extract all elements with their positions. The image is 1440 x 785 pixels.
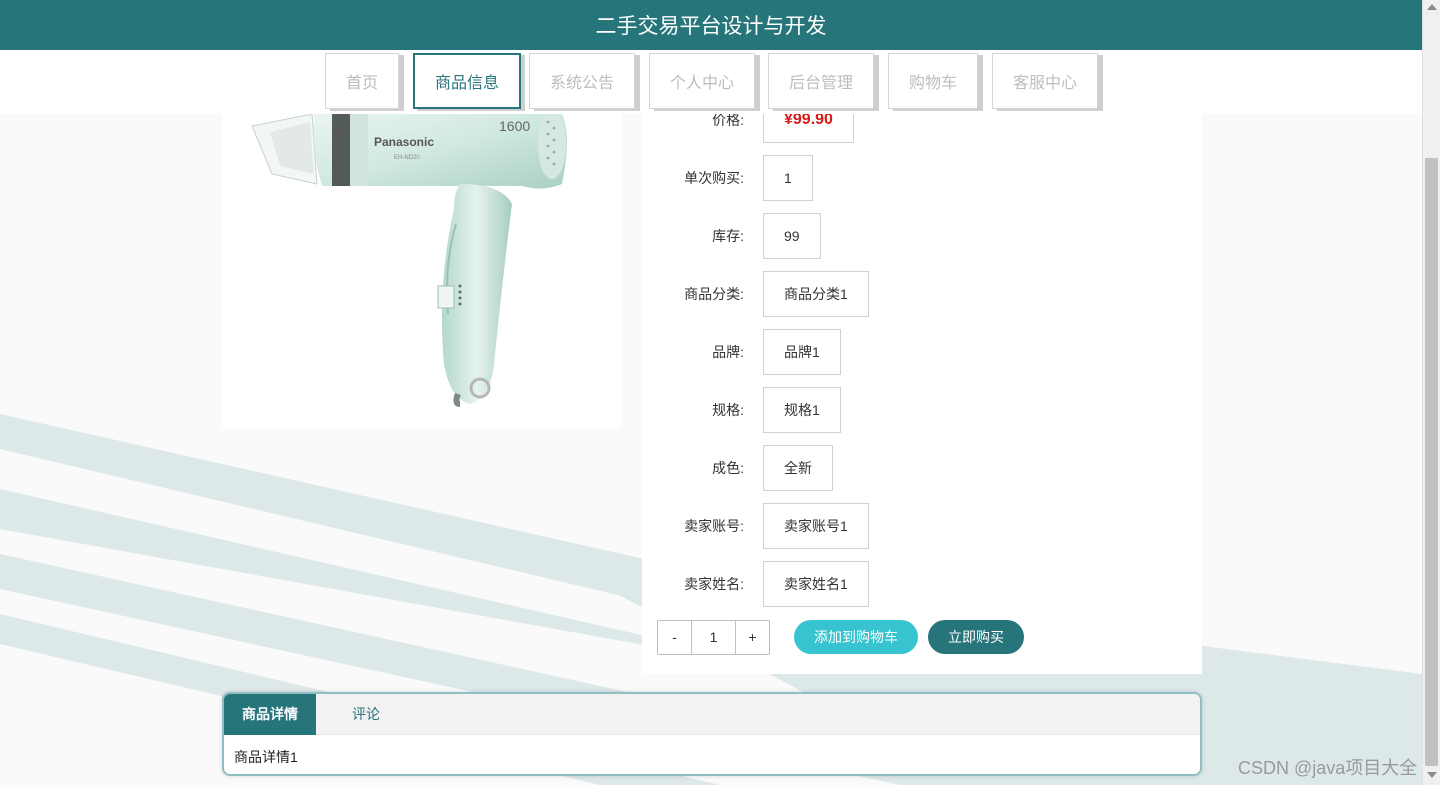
- nav-label: 客服中心: [1012, 75, 1077, 92]
- brand-row: 品牌: 品牌1: [642, 329, 1202, 375]
- product-tabs: 商品详情 评论 商品详情1: [222, 692, 1202, 776]
- tab-comments[interactable]: 评论: [316, 694, 416, 735]
- seller-name-label: 卖家姓名:: [684, 576, 744, 592]
- stock-value: 99: [763, 213, 821, 259]
- add-to-cart-button[interactable]: 添加到购物车: [794, 620, 918, 654]
- seller-account-label: 卖家账号:: [684, 518, 744, 534]
- category-row: 商品分类: 商品分类1: [642, 271, 1202, 317]
- site-header: 二手交易平台设计与开发: [0, 0, 1422, 50]
- buy-now-button[interactable]: 立即购买: [928, 620, 1024, 654]
- vertical-scrollbar[interactable]: [1422, 0, 1440, 785]
- nav-label: 系统公告: [549, 75, 614, 92]
- quantity-minus-button[interactable]: -: [658, 621, 691, 654]
- seller-account-row: 卖家账号: 卖家账号1: [642, 503, 1202, 549]
- nav-label: 个人中心: [669, 75, 734, 92]
- hair-dryer-image: Panasonic 1600 EH-ND20: [251, 114, 567, 407]
- condition-label: 成色:: [712, 460, 744, 476]
- nav-label: 首页: [345, 75, 378, 92]
- quantity-input[interactable]: 1: [691, 621, 736, 654]
- nav-announcements[interactable]: 系统公告: [529, 53, 635, 109]
- nav-label: 购物车: [908, 75, 957, 92]
- seller-account-value: 卖家账号1: [763, 503, 869, 549]
- tab-product-details[interactable]: 商品详情: [224, 694, 316, 735]
- brand-text: Panasonic: [374, 135, 434, 149]
- scroll-thumb[interactable]: [1425, 158, 1438, 766]
- condition-row: 成色: 全新: [642, 445, 1202, 491]
- product-info-panel: 价格: ¥99.90 单次购买: 1 库存: 99 商品分类: 商品分类1 品牌…: [642, 97, 1202, 674]
- spec-value: 规格1: [763, 387, 841, 433]
- quantity-stepper: - 1 +: [657, 620, 770, 655]
- main-nav: 首页 商品信息 系统公告 个人中心 后台管理 购物车 客服中心: [0, 50, 1422, 114]
- seller-name-value: 卖家姓名1: [763, 561, 869, 607]
- nav-personal-center[interactable]: 个人中心: [649, 53, 755, 109]
- stock-row: 库存: 99: [642, 213, 1202, 259]
- spec-label: 规格:: [712, 402, 744, 418]
- scroll-down-icon[interactable]: [1427, 772, 1437, 778]
- site-title: 二手交易平台设计与开发: [595, 15, 827, 38]
- seller-name-row: 卖家姓名: 卖家姓名1: [642, 561, 1202, 607]
- condition-value: 全新: [763, 445, 833, 491]
- nav-cart[interactable]: 购物车: [888, 53, 978, 109]
- tab-content: 商品详情1: [234, 749, 298, 765]
- nav-label: 后台管理: [788, 75, 853, 92]
- brand-value: 品牌1: [763, 329, 841, 375]
- brand-label: 品牌:: [712, 344, 744, 360]
- quantity-plus-button[interactable]: +: [736, 621, 769, 654]
- model-text: 1600: [499, 118, 530, 134]
- spec-row: 规格: 规格1: [642, 387, 1202, 433]
- single-purchase-row: 单次购买: 1: [642, 155, 1202, 201]
- product-image: Panasonic 1600 EH-ND20: [222, 114, 622, 428]
- nav-admin[interactable]: 后台管理: [768, 53, 874, 109]
- watermark: CSDN @java项目大全: [1238, 758, 1418, 778]
- sub-model-text: EH-ND20: [394, 155, 420, 161]
- nav-customer-service[interactable]: 客服中心: [992, 53, 1098, 109]
- scroll-up-icon[interactable]: [1427, 4, 1437, 10]
- single-purchase-value: 1: [763, 155, 813, 201]
- stock-label: 库存:: [712, 228, 744, 244]
- single-purchase-label: 单次购买:: [684, 170, 744, 186]
- tab-bar: 商品详情 评论: [224, 694, 1200, 735]
- nav-home[interactable]: 首页: [325, 53, 399, 109]
- nav-products[interactable]: 商品信息: [413, 53, 521, 109]
- nav-label: 商品信息: [434, 75, 499, 92]
- category-value: 商品分类1: [763, 271, 869, 317]
- category-label: 商品分类:: [684, 286, 744, 302]
